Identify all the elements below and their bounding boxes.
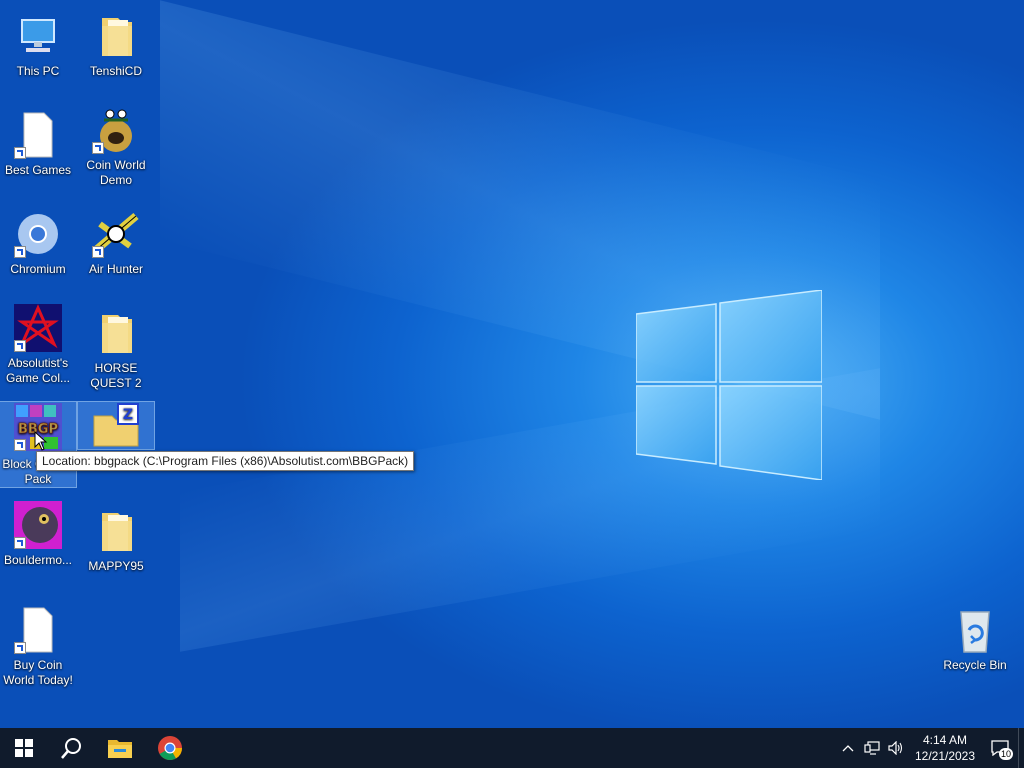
bouldermouse-icon — [14, 501, 62, 549]
folder-icon — [92, 12, 140, 60]
windows-wallpaper-logo — [636, 290, 822, 480]
icon-label: Bouldermo... — [3, 553, 73, 567]
document-icon — [14, 606, 62, 654]
search-button[interactable] — [48, 728, 96, 768]
file-explorer-button[interactable] — [96, 728, 144, 768]
coin-world-icon — [92, 106, 140, 154]
icon-label: Best Games — [4, 163, 72, 177]
desktop-icon-best-games[interactable]: Best Games — [0, 103, 76, 178]
shortcut-arrow-icon — [14, 439, 26, 451]
zip-folder-icon: Z — [92, 402, 140, 450]
shortcut-arrow-icon — [92, 142, 104, 154]
desktop-icon-absolutist[interactable]: Absolutist's Game Col... — [0, 296, 76, 386]
desktop-icon-mappy95[interactable]: MAPPY95 — [78, 499, 154, 574]
icon-label: Coin World Demo — [86, 158, 146, 187]
chevron-up-icon — [842, 745, 854, 752]
shortcut-arrow-icon — [14, 147, 26, 159]
icon-label: HORSE QUEST 2 — [90, 361, 142, 390]
shortcut-arrow-icon — [14, 246, 26, 258]
chromium-icon — [14, 210, 62, 258]
svg-text:Z: Z — [123, 407, 133, 423]
desktop-icon-buy-coin-world[interactable]: Buy Coin World Today! — [0, 598, 76, 688]
folder-icon — [92, 309, 140, 357]
desktop-icon-coin-world-demo[interactable]: Coin World Demo — [78, 98, 154, 188]
recycle-bin-icon — [951, 606, 999, 654]
system-tray: 4:14 AM 12/21/2023 10 — [836, 728, 1024, 768]
show-hidden-icons-button[interactable] — [836, 728, 860, 768]
show-desktop-button[interactable] — [1018, 728, 1024, 768]
file-explorer-icon — [108, 740, 132, 758]
desktop-icon-tenshicd[interactable]: TenshiCD — [78, 4, 154, 79]
desktop-icon-chromium[interactable]: Chromium — [0, 202, 76, 277]
icon-label: Buy Coin World Today! — [3, 658, 73, 687]
taskbar: 4:14 AM 12/21/2023 10 — [0, 728, 1024, 768]
icon-label: This PC — [16, 64, 60, 78]
air-hunter-icon — [92, 210, 140, 258]
folder-icon — [92, 507, 140, 555]
desktop-icon-bouldermouse[interactable]: Bouldermo... — [0, 493, 76, 568]
desktop-icon-this-pc[interactable]: This PC — [0, 4, 76, 79]
icon-label: Absolutist's Game Col... — [5, 356, 71, 385]
document-icon — [14, 111, 62, 159]
clock-date: 12/21/2023 — [914, 749, 976, 763]
location-tooltip: Location: bbgpack (C:\Program Files (x86… — [36, 451, 415, 471]
start-button[interactable] — [0, 728, 48, 768]
start-icon — [15, 739, 33, 757]
computer-icon — [14, 12, 62, 60]
shortcut-arrow-icon — [14, 340, 26, 352]
network-icon — [864, 741, 880, 755]
clock-time: 4:14 AM — [922, 733, 968, 747]
icon-label: Air Hunter — [88, 262, 144, 276]
chrome-button[interactable] — [146, 728, 194, 768]
icon-label: Recycle Bin — [943, 658, 1007, 672]
shortcut-arrow-icon — [92, 246, 104, 258]
notification-count-badge: 10 — [999, 748, 1013, 760]
action-center-button[interactable]: 10 — [982, 728, 1018, 768]
absolutist-icon — [14, 304, 62, 352]
chrome-icon — [158, 736, 182, 761]
desktop-icon-zip-folder[interactable]: Z — [77, 401, 155, 450]
search-icon — [61, 738, 81, 759]
desktop-icon-air-hunter[interactable]: Air Hunter — [78, 202, 154, 277]
desktop-icon-horse-quest-2[interactable]: HORSE QUEST 2 — [78, 301, 154, 391]
desktop-icon-recycle-bin[interactable]: Recycle Bin — [937, 598, 1013, 673]
shortcut-arrow-icon — [14, 642, 26, 654]
clock-button[interactable]: 4:14 AM 12/21/2023 — [908, 732, 982, 764]
speaker-icon — [888, 741, 903, 755]
icon-label: MAPPY95 — [88, 559, 144, 573]
shortcut-arrow-icon — [14, 537, 26, 549]
icon-label: TenshiCD — [89, 64, 143, 78]
network-button[interactable] — [860, 728, 884, 768]
volume-button[interactable] — [884, 728, 908, 768]
mouse-cursor-icon — [34, 431, 48, 451]
icon-label: Chromium — [10, 262, 66, 276]
